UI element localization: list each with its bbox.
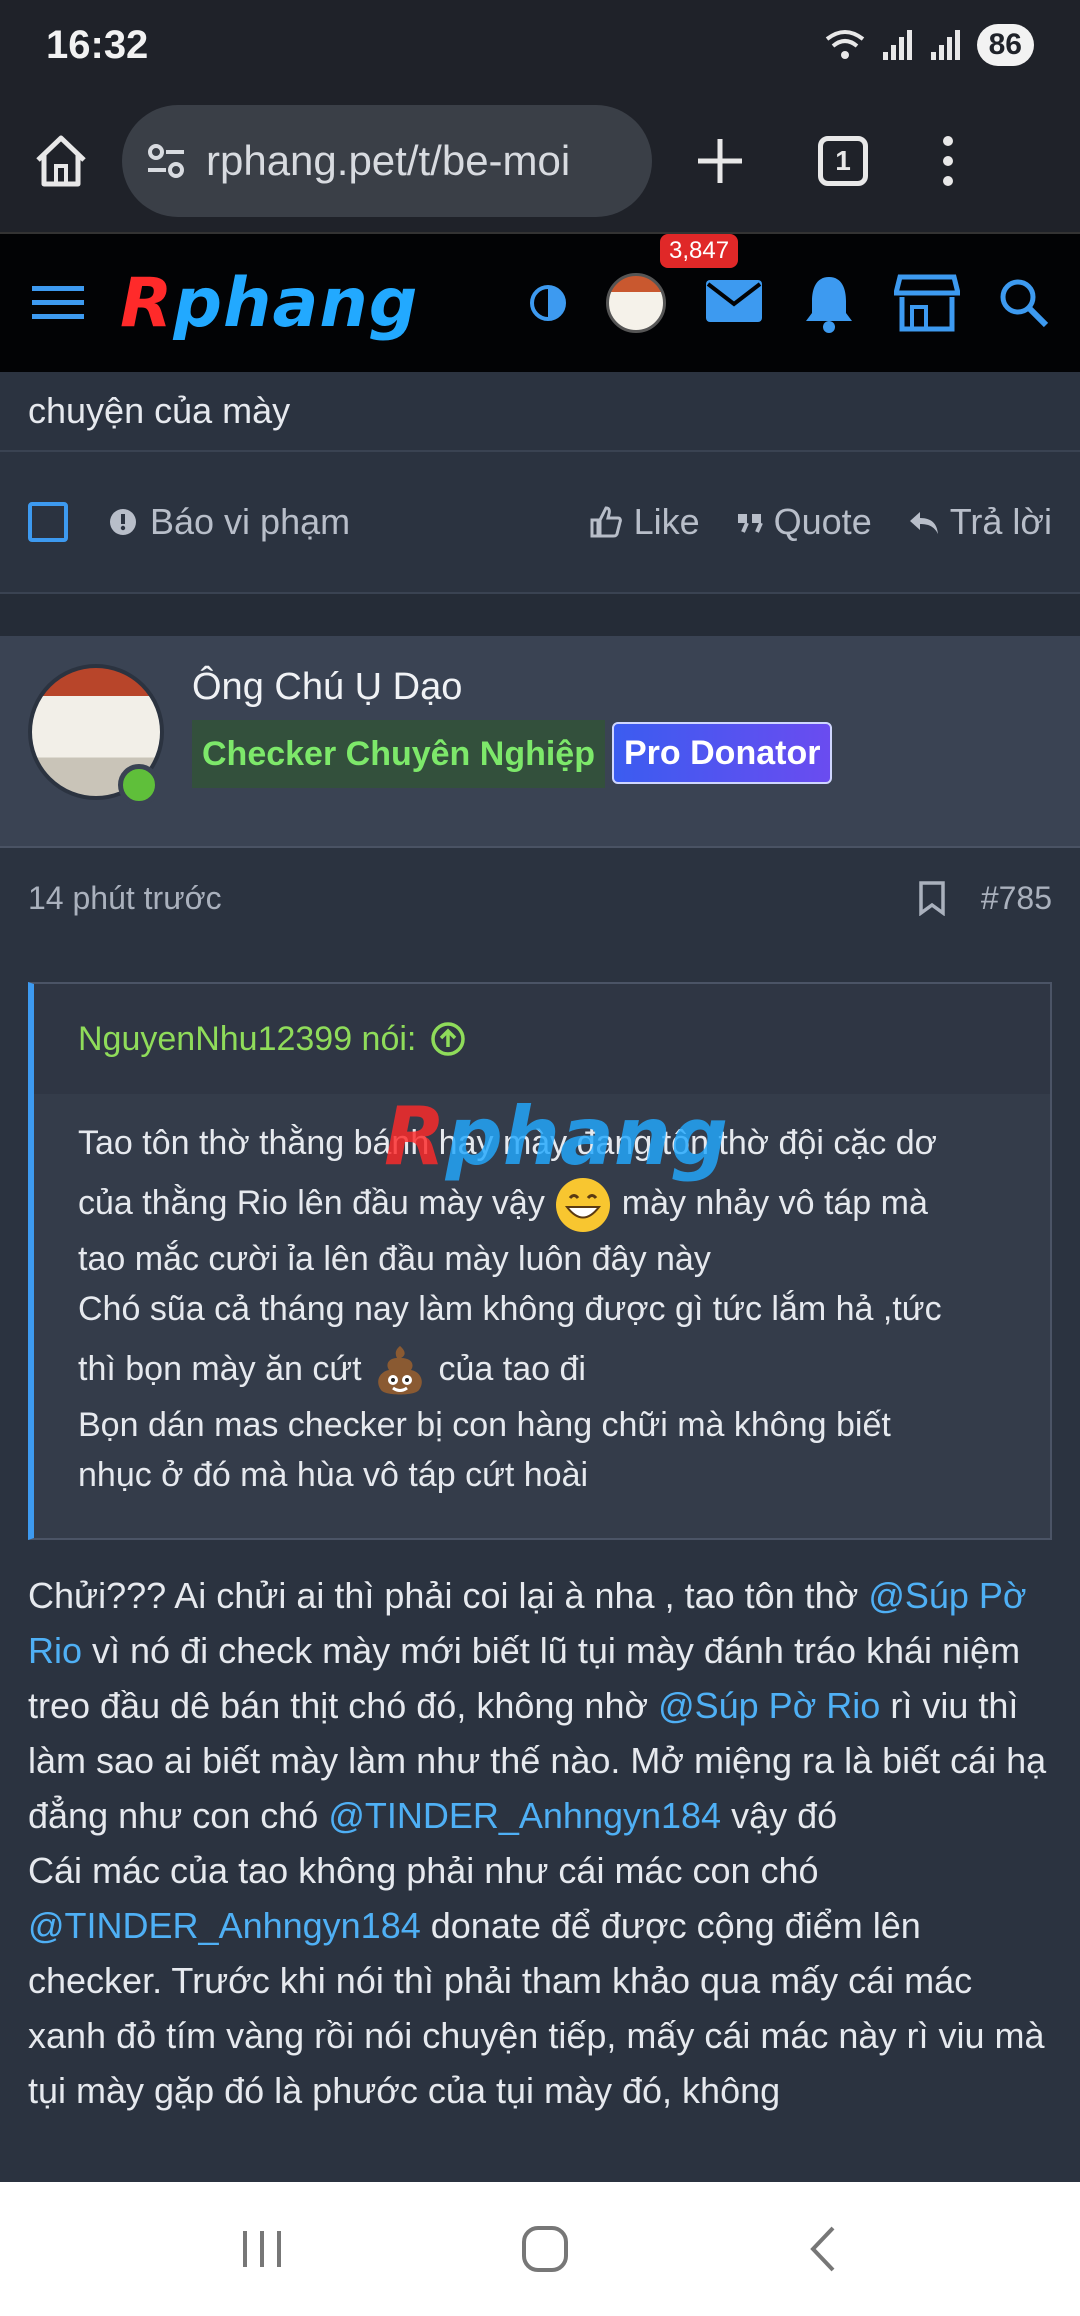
alert-icon [110, 509, 136, 535]
new-tab-icon[interactable] [692, 133, 748, 189]
user-avatar[interactable] [606, 273, 666, 333]
post-meta: 14 phút trước #785 [0, 848, 1080, 948]
quote-block: NguyenNhu12399 nói: Tao tôn thờ thằng bá… [28, 982, 1052, 1540]
site-header: Rphang 3,847 [0, 232, 1080, 372]
inbox-button[interactable]: 3,847 [660, 233, 764, 329]
tab-switcher-button[interactable]: 1 [818, 136, 868, 186]
status-bar: 16:32 86 [0, 0, 1080, 90]
mention-link[interactable]: @TINDER_Anhngyn184 [28, 1905, 421, 1946]
grinning-emoji-icon [556, 1178, 611, 1232]
browser-toolbar: rphang.pet/t/be-moi 1 [0, 90, 1080, 232]
signal-icon-2 [930, 30, 960, 60]
post-body: Chửi??? Ai chửi ai thì phải coi lại à nh… [28, 1575, 1047, 2111]
wifi-icon [825, 30, 864, 59]
recent-apps-icon[interactable] [237, 2227, 287, 2271]
author-name[interactable]: Ông Chú Ụ Dạo [192, 666, 462, 709]
quote-header[interactable]: NguyenNhu12399 nói: [34, 984, 1050, 1094]
reply-icon [909, 512, 938, 534]
user-title-badge: Checker Chuyên Nghiệp [192, 720, 605, 788]
online-status-indicator [118, 764, 160, 806]
bell-icon[interactable] [802, 273, 856, 333]
theme-toggle-icon[interactable] [528, 283, 568, 323]
poop-emoji-icon [378, 1346, 422, 1395]
quote-body: Tao tôn thờ thằng bánh hay mày đang tôn … [78, 1090, 942, 1495]
store-icon[interactable] [894, 273, 960, 333]
mention-link[interactable]: @Súp Pờ Rio [658, 1685, 880, 1726]
site-logo[interactable]: Rphang [120, 264, 418, 343]
like-button[interactable]: Like [588, 501, 700, 543]
home-nav-icon[interactable] [520, 2224, 570, 2274]
thumbs-up-icon [590, 506, 622, 538]
url-text: rphang.pet/t/be-moi [206, 137, 571, 184]
reply-button[interactable]: Trả lời [908, 501, 1052, 543]
clock: 16:32 [46, 22, 149, 67]
report-button[interactable]: Báo vi phạm [108, 501, 350, 543]
hamburger-menu-icon[interactable] [30, 282, 86, 324]
post-actions-bar: Báo vi phạm Like Quote Trả lời [0, 452, 1080, 592]
post-author-block: Ông Chú Ụ Dạo Checker Chuyên Nghiệp Pro … [0, 636, 1080, 848]
report-label: Báo vi phạm [150, 501, 351, 542]
quote-author: NguyenNhu12399 nói: [78, 1019, 417, 1058]
post-number[interactable]: #785 [981, 880, 1052, 917]
home-icon[interactable] [30, 130, 92, 192]
select-post-checkbox[interactable] [28, 502, 68, 542]
mail-icon[interactable] [704, 278, 764, 324]
battery-level: 86 [976, 24, 1034, 66]
donator-badge: Pro Donator [612, 722, 833, 784]
signal-icon [882, 30, 912, 60]
address-bar[interactable]: rphang.pet/t/be-moi [122, 105, 652, 217]
quote-button[interactable]: Quote [736, 501, 872, 543]
post-time[interactable]: 14 phút trước [28, 880, 222, 917]
site-settings-icon[interactable] [144, 139, 188, 183]
previous-post-text: chuyện của mày [0, 372, 1080, 452]
quote-icon [737, 514, 763, 533]
back-icon[interactable] [803, 2224, 843, 2274]
system-nav-bar [0, 2182, 1080, 2316]
more-menu-icon[interactable] [938, 133, 958, 189]
inbox-count-badge: 3,847 [660, 233, 739, 268]
bookmark-icon[interactable] [917, 880, 947, 916]
mention-link[interactable]: @TINDER_Anhngyn184 [328, 1795, 721, 1836]
arrow-up-circle-icon[interactable] [430, 1021, 466, 1057]
search-icon[interactable] [998, 277, 1050, 329]
post-separator [0, 592, 1080, 636]
